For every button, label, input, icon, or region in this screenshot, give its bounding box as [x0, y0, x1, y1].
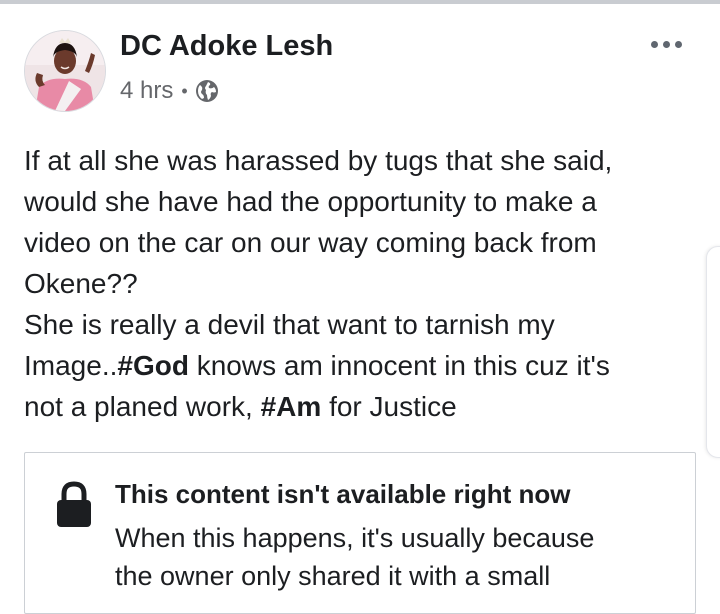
author-name[interactable]: DC Adoke Lesh [120, 30, 333, 63]
side-scroll-handle[interactable] [706, 246, 720, 458]
avatar-photo [25, 31, 105, 111]
post-text-line: would she have had the opportunity to ma… [24, 186, 597, 217]
text-fragment: for Justice [321, 391, 457, 422]
lock-icon [57, 481, 91, 527]
more-dot [650, 40, 658, 48]
unavailable-content-card[interactable]: This content isn't available right now W… [24, 452, 696, 614]
hashtag-am[interactable]: #Am [261, 391, 322, 422]
description-line: When this happens, it's usually because [115, 523, 595, 553]
post-text-line: Okene?? [24, 268, 138, 299]
hashtag-god[interactable]: #God [117, 350, 189, 381]
post-text: If at all she was harassed by tugs that … [24, 140, 714, 427]
post-timestamp[interactable]: 4 hrs [120, 77, 173, 105]
post-card: DC Adoke Lesh 4 hrs • If at all she was … [0, 4, 720, 614]
post-text-line: If at all she was harassed by tugs that … [24, 145, 613, 176]
post-text-line: not a planed work, #Am for Justice [24, 386, 714, 427]
more-dot [662, 40, 670, 48]
post-meta: 4 hrs • [120, 76, 219, 106]
globe-icon[interactable] [195, 79, 219, 103]
author-avatar[interactable] [24, 30, 106, 112]
more-options-button[interactable] [646, 32, 686, 56]
post-text-line: She is really a devil that want to tarni… [24, 309, 555, 340]
meta-separator: • [181, 80, 188, 101]
post-text-line: video on the car on our way coming back … [24, 227, 597, 258]
post-text-line: Image..#God knows am innocent in this cu… [24, 345, 714, 386]
unavailable-description: When this happens, it's usually because … [115, 519, 675, 595]
more-dot [674, 40, 682, 48]
text-fragment: knows am innocent in this cuz it's [188, 350, 610, 381]
text-fragment: Image.. [24, 350, 118, 381]
text-fragment: not a planed work, [24, 391, 261, 422]
description-line: the owner only shared it with a small [115, 561, 551, 591]
unavailable-title: This content isn't available right now [115, 479, 571, 509]
